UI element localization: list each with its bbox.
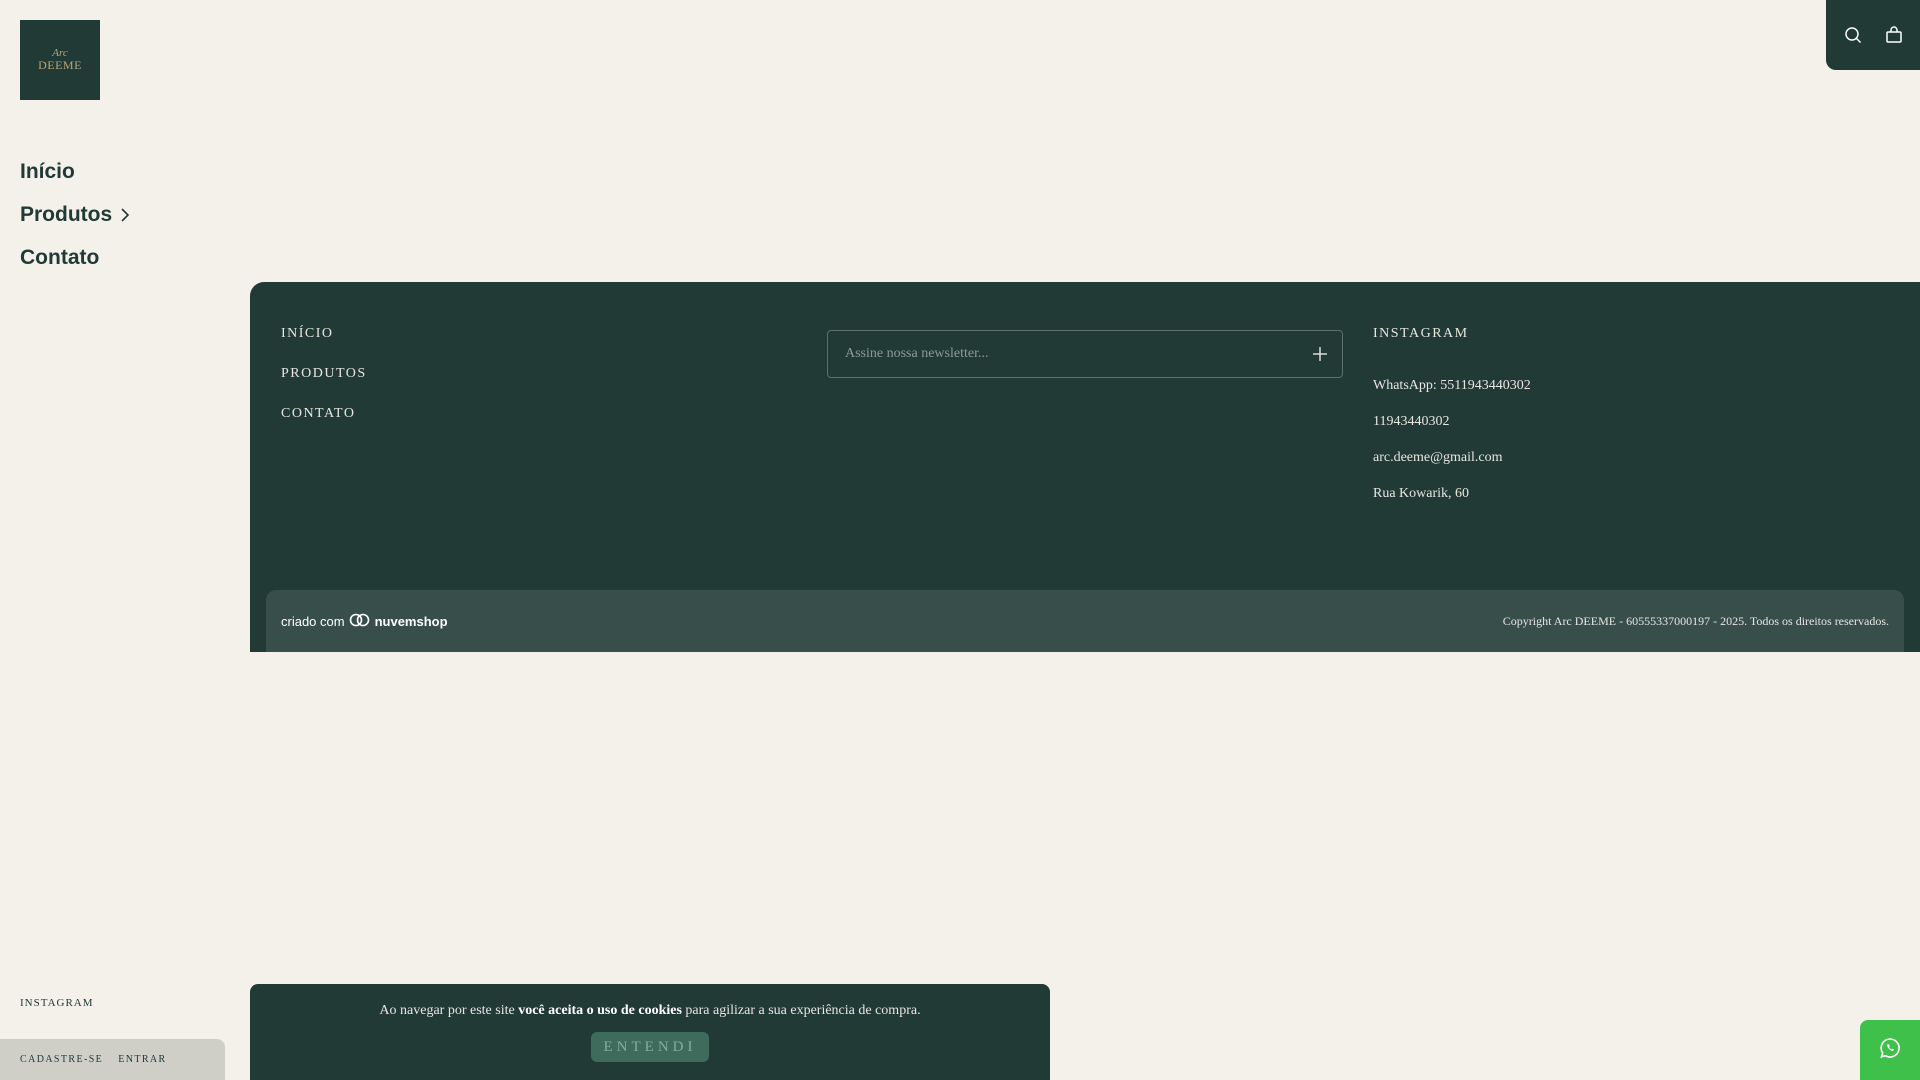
main-nav: Início Produtos Contato — [20, 150, 130, 279]
whatsapp-button[interactable] — [1860, 1020, 1920, 1080]
footer-nav: INÍCIO PRODUTOS CONTATO — [281, 326, 367, 446]
footer: INÍCIO PRODUTOS CONTATO INSTAGRAM WhatsA… — [250, 282, 1920, 652]
footer-link-produtos[interactable]: PRODUTOS — [281, 366, 367, 406]
footer-link-inicio[interactable]: INÍCIO — [281, 326, 367, 366]
nav-item-contato[interactable]: Contato — [20, 236, 130, 279]
platform-prefix: criado com — [281, 613, 345, 629]
login-link[interactable]: ENTRAR — [118, 1054, 166, 1065]
header-utility-bar — [1826, 0, 1920, 70]
search-icon[interactable] — [1844, 26, 1862, 44]
logo-script-text: Arc — [52, 46, 68, 59]
whatsapp-contact[interactable]: WhatsApp: 5511943440302 — [1373, 378, 1531, 414]
whatsapp-icon — [1879, 1037, 1901, 1064]
nav-item-label: Produtos — [20, 202, 113, 226]
email-contact[interactable]: arc.deeme@gmail.com — [1373, 450, 1531, 486]
nav-item-produtos[interactable]: Produtos — [20, 193, 130, 236]
cookie-text-before: Ao navegar por este site — [379, 1003, 519, 1018]
platform-brand: nuvemshop — [374, 613, 448, 629]
footer-link-contato[interactable]: CONTATO — [281, 406, 367, 446]
nav-item-label: Contato — [20, 245, 100, 269]
sidebar-instagram-link[interactable]: INSTAGRAM — [20, 997, 94, 1009]
copyright-text: Copyright Arc DEEME - 60555337000197 - 2… — [1502, 613, 1889, 628]
cookie-message: Ao navegar por este site você aceita o u… — [379, 1003, 920, 1019]
phone-contact[interactable]: 11943440302 — [1373, 414, 1531, 450]
newsletter-form — [827, 330, 1343, 378]
cookie-text-bold: você aceita o uso de cookies — [518, 1003, 682, 1018]
cookie-banner: Ao navegar por este site você aceita o u… — [250, 984, 1050, 1080]
cookie-accept-button[interactable]: ENTENDI — [591, 1032, 709, 1062]
footer-bottom-bar: criado com nuvemshop Copyright Arc DEEME… — [266, 590, 1904, 652]
shopping-bag-icon[interactable] — [1885, 26, 1903, 44]
store-logo[interactable]: Arc DEEME — [20, 20, 100, 100]
logo-word-text: DEEME — [38, 57, 82, 72]
platform-credit-link[interactable]: criado com nuvemshop — [281, 612, 448, 631]
cookie-text-after: para agilizar a sua experiência de compr… — [681, 1003, 921, 1018]
account-bar: CADASTRE-SE ENTRAR — [0, 1039, 225, 1080]
newsletter-input[interactable] — [843, 345, 1312, 363]
sidebar: Arc DEEME Início Produtos Contato INSTAG… — [0, 0, 225, 1080]
chevron-right-icon[interactable] — [120, 207, 130, 222]
nuvemshop-logo-icon — [349, 612, 371, 631]
nav-item-label: Início — [20, 159, 75, 183]
address-contact: Rua Kowarik, 60 — [1373, 486, 1470, 501]
footer-instagram-link[interactable]: INSTAGRAM — [1373, 326, 1531, 342]
footer-contact: INSTAGRAM WhatsApp: 5511943440302 119434… — [1373, 326, 1531, 522]
nav-item-inicio[interactable]: Início — [20, 150, 130, 193]
plus-icon[interactable] — [1312, 346, 1328, 362]
register-link[interactable]: CADASTRE-SE — [20, 1054, 103, 1065]
